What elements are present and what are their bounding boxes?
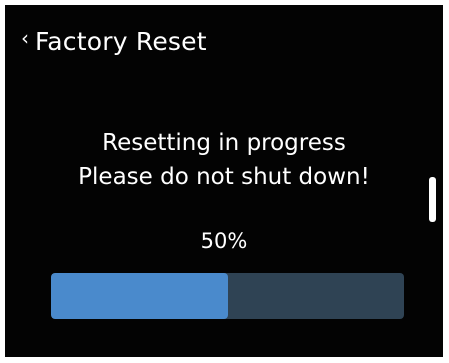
status-line-warning: Please do not shut down! [78,164,370,190]
status-message: Resetting in progress Please do not shut… [5,126,443,194]
progress-bar [51,273,404,319]
factory-reset-screen: ‹ Factory Reset Resetting in progress Pl… [5,5,443,357]
progress-percent: 50% [200,229,248,253]
page-title: Factory Reset [35,26,207,56]
progress-bar-fill [51,273,228,319]
chevron-left-icon: ‹ [21,26,29,50]
scrollbar-thumb[interactable] [429,177,436,222]
status-line-progress: Resetting in progress [102,130,346,156]
back-button[interactable]: ‹ Factory Reset [21,21,207,61]
